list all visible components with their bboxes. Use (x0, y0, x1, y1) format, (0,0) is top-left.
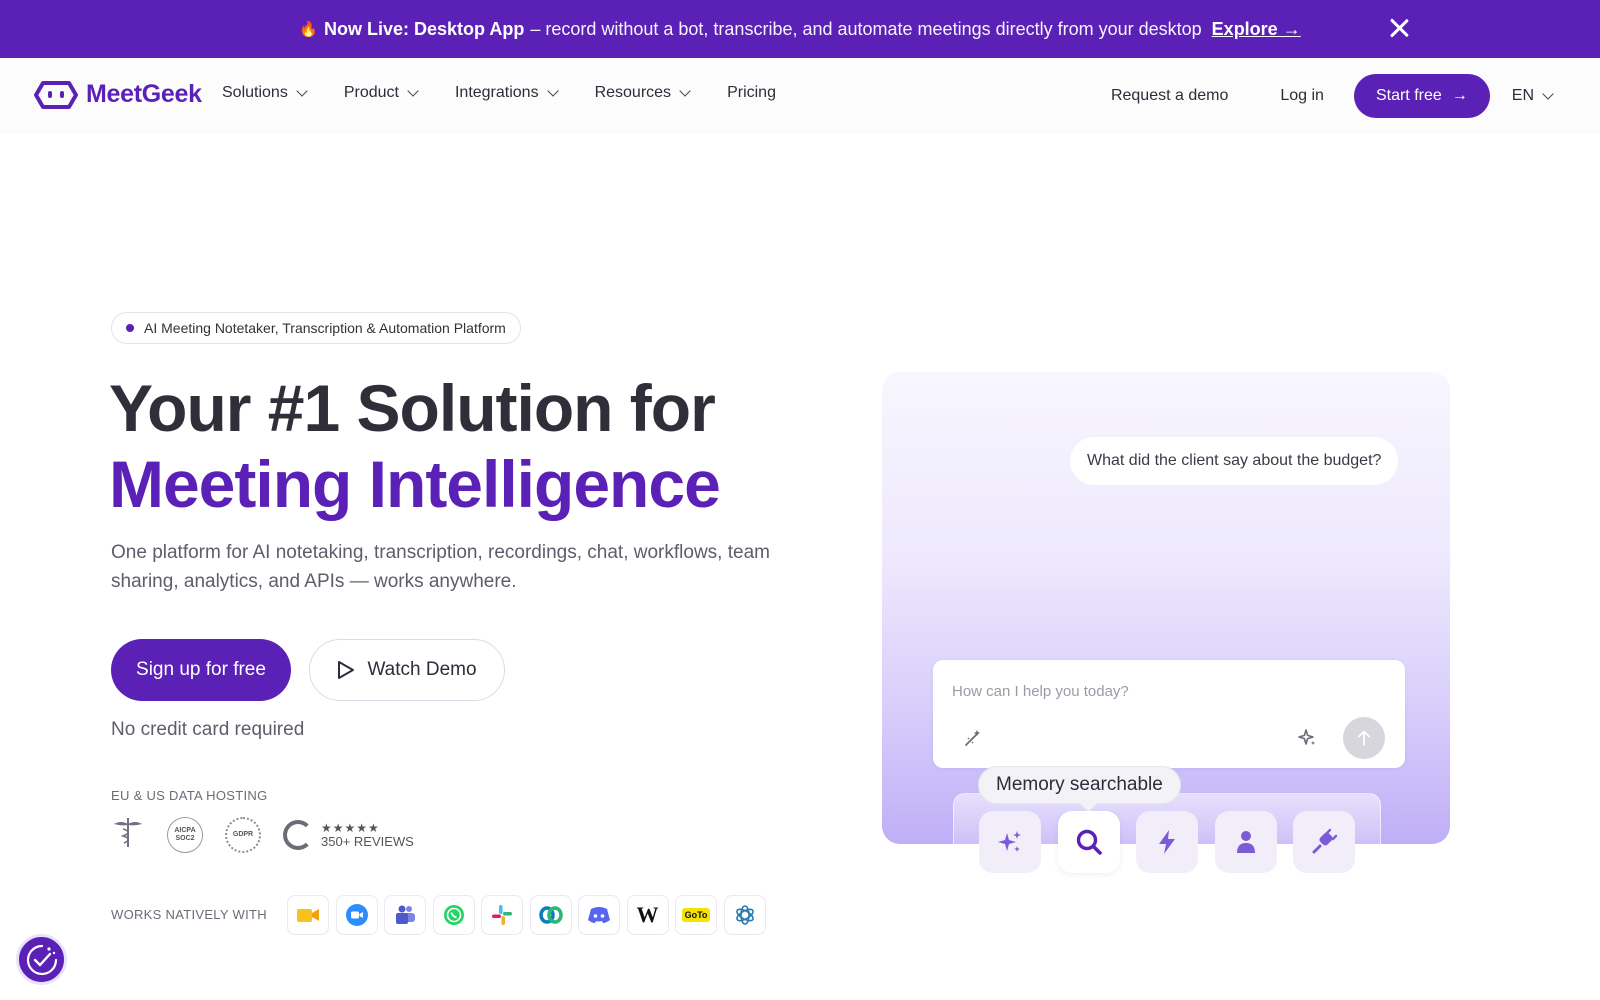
discord-icon[interactable] (578, 895, 620, 935)
watch-demo-label: Watch Demo (367, 659, 477, 680)
plug-icon (1312, 828, 1338, 854)
search-icon (1076, 829, 1102, 855)
language-selector[interactable]: EN (1511, 87, 1554, 105)
aicpa-label: AICPA (174, 826, 196, 834)
gdpr-label: GDPR (232, 831, 254, 838)
nav-item-label: Pricing (727, 84, 776, 101)
meetgeek-logo-icon (34, 80, 78, 109)
nav-item-label: Solutions (222, 84, 288, 101)
goto-icon[interactable]: GoTo (675, 895, 717, 935)
wix-label: W (636, 902, 659, 927)
nav-item-resources[interactable]: Resources (594, 84, 691, 102)
hero-subtitle: One platform for AI notetaking, transcri… (111, 542, 770, 592)
play-icon (338, 661, 355, 679)
reviews-count: 350+ REVIEWS (321, 833, 414, 849)
lightning-icon (1159, 830, 1175, 854)
chevron-down-icon (1542, 87, 1554, 100)
rating-stars: ★★★★★ (321, 820, 380, 835)
memory-searchable-tooltip: Memory searchable (978, 766, 1181, 804)
request-demo-link[interactable]: Request a demo (1111, 87, 1228, 105)
hero-pill-badge: AI Meeting Notetaker, Transcription & Au… (111, 312, 521, 344)
dot-icon (126, 324, 134, 332)
g2-reviews-badge: ★★★★★ 350+ REVIEWS (283, 819, 414, 850)
brand-name: MeetGeek (86, 80, 202, 108)
works-with-label: WORKS NATIVELY WITH (111, 907, 267, 922)
google-meet-icon[interactable] (287, 895, 329, 935)
chevron-down-icon (679, 84, 691, 97)
hipaa-icon (111, 815, 145, 854)
integration-logos: W GoTo (287, 895, 772, 935)
chevron-down-icon (407, 84, 419, 97)
chat-input-placeholder: How can I help you today? (952, 683, 1129, 700)
person-icon (1236, 831, 1255, 853)
nav-item-label: Product (343, 84, 399, 101)
start-free-label: Start free (1375, 87, 1442, 104)
hero-title-line2: Meeting Intelligence (109, 447, 721, 521)
check-badge-icon (26, 944, 57, 975)
slack-icon[interactable] (481, 895, 523, 935)
gdpr-badge: GDPR (225, 816, 261, 853)
magic-wand-icon[interactable] (963, 728, 983, 748)
tool-lightning[interactable] (1136, 811, 1198, 873)
no-credit-card-note: No credit card required (111, 719, 305, 740)
nav-item-product[interactable]: Product (343, 84, 419, 102)
close-icon[interactable] (1384, 14, 1414, 44)
pill-label: AI Meeting Notetaker, Transcription & Au… (144, 320, 506, 336)
sparkle-icon[interactable] (1297, 728, 1317, 748)
nav-links: Solutions Product Integrations Resources… (222, 84, 814, 102)
tool-sparkles[interactable] (979, 811, 1041, 873)
watch-demo-button[interactable]: Watch Demo (309, 639, 505, 701)
tool-plug[interactable] (1293, 811, 1355, 873)
nav-item-solutions[interactable]: Solutions (222, 84, 308, 102)
signup-button[interactable]: Sign up for free (111, 639, 291, 701)
chat-question-bubble: What did the client say about the budget… (1070, 437, 1399, 485)
data-hosting-label: EU & US DATA HOSTING (111, 788, 268, 803)
zoom-icon[interactable] (335, 895, 378, 935)
chevron-down-icon (296, 84, 308, 97)
nav-item-pricing[interactable]: Pricing (727, 84, 776, 102)
nav-item-label: Resources (594, 84, 672, 101)
arrow-up-icon (1358, 730, 1370, 746)
banner-explore-link[interactable]: Explore → (1212, 19, 1301, 40)
tool-buttons (979, 811, 1372, 873)
fire-icon: 🔥 (299, 21, 318, 38)
sparkles-icon (998, 831, 1021, 852)
brand-logo[interactable]: MeetGeek (34, 80, 202, 109)
tool-search[interactable] (1057, 811, 1120, 873)
login-link[interactable]: Log in (1280, 87, 1324, 105)
announcement-banner: 🔥 Now Live: Desktop App – record without… (0, 0, 1600, 58)
aicpa-soc2-badge: AICPA SOC2 (167, 816, 203, 853)
goto-label: GoTo (681, 908, 711, 922)
g2-icon (283, 819, 313, 850)
cookie-consent-button[interactable] (16, 934, 67, 985)
arrow-right-icon: → (1451, 87, 1468, 104)
chat-input-box[interactable]: How can I help you today? (933, 660, 1405, 768)
main-nav: MeetGeek Solutions Product Integrations … (0, 58, 1600, 134)
hero-title: Your #1 Solution for Meeting Intelligenc… (109, 370, 721, 522)
tool-person[interactable] (1214, 811, 1277, 873)
compliance-badges: AICPA SOC2 GDPR ★★★★★ 350+ REVIEWS (111, 815, 436, 854)
chevron-down-icon (546, 84, 559, 97)
hero-title-line1: Your #1 Solution for (109, 371, 716, 445)
language-label: EN (1511, 87, 1534, 104)
start-free-button[interactable]: Start free → (1353, 74, 1490, 118)
whatsapp-icon[interactable] (432, 895, 475, 935)
banner-highlight: Now Live: Desktop App (323, 18, 525, 39)
perplexity-icon[interactable] (723, 895, 766, 935)
soc2-label: SOC2 (175, 834, 195, 842)
teams-icon[interactable] (384, 895, 426, 935)
nav-actions: Request a demo Log in Start free → EN (1111, 74, 1554, 118)
send-button[interactable] (1343, 717, 1385, 759)
nav-item-label: Integrations (454, 84, 539, 101)
nav-item-integrations[interactable]: Integrations (454, 84, 559, 102)
webex-icon[interactable] (529, 895, 572, 935)
wix-icon[interactable]: W (626, 895, 669, 935)
banner-text: – record without a bot, transcribe, and … (530, 18, 1202, 39)
